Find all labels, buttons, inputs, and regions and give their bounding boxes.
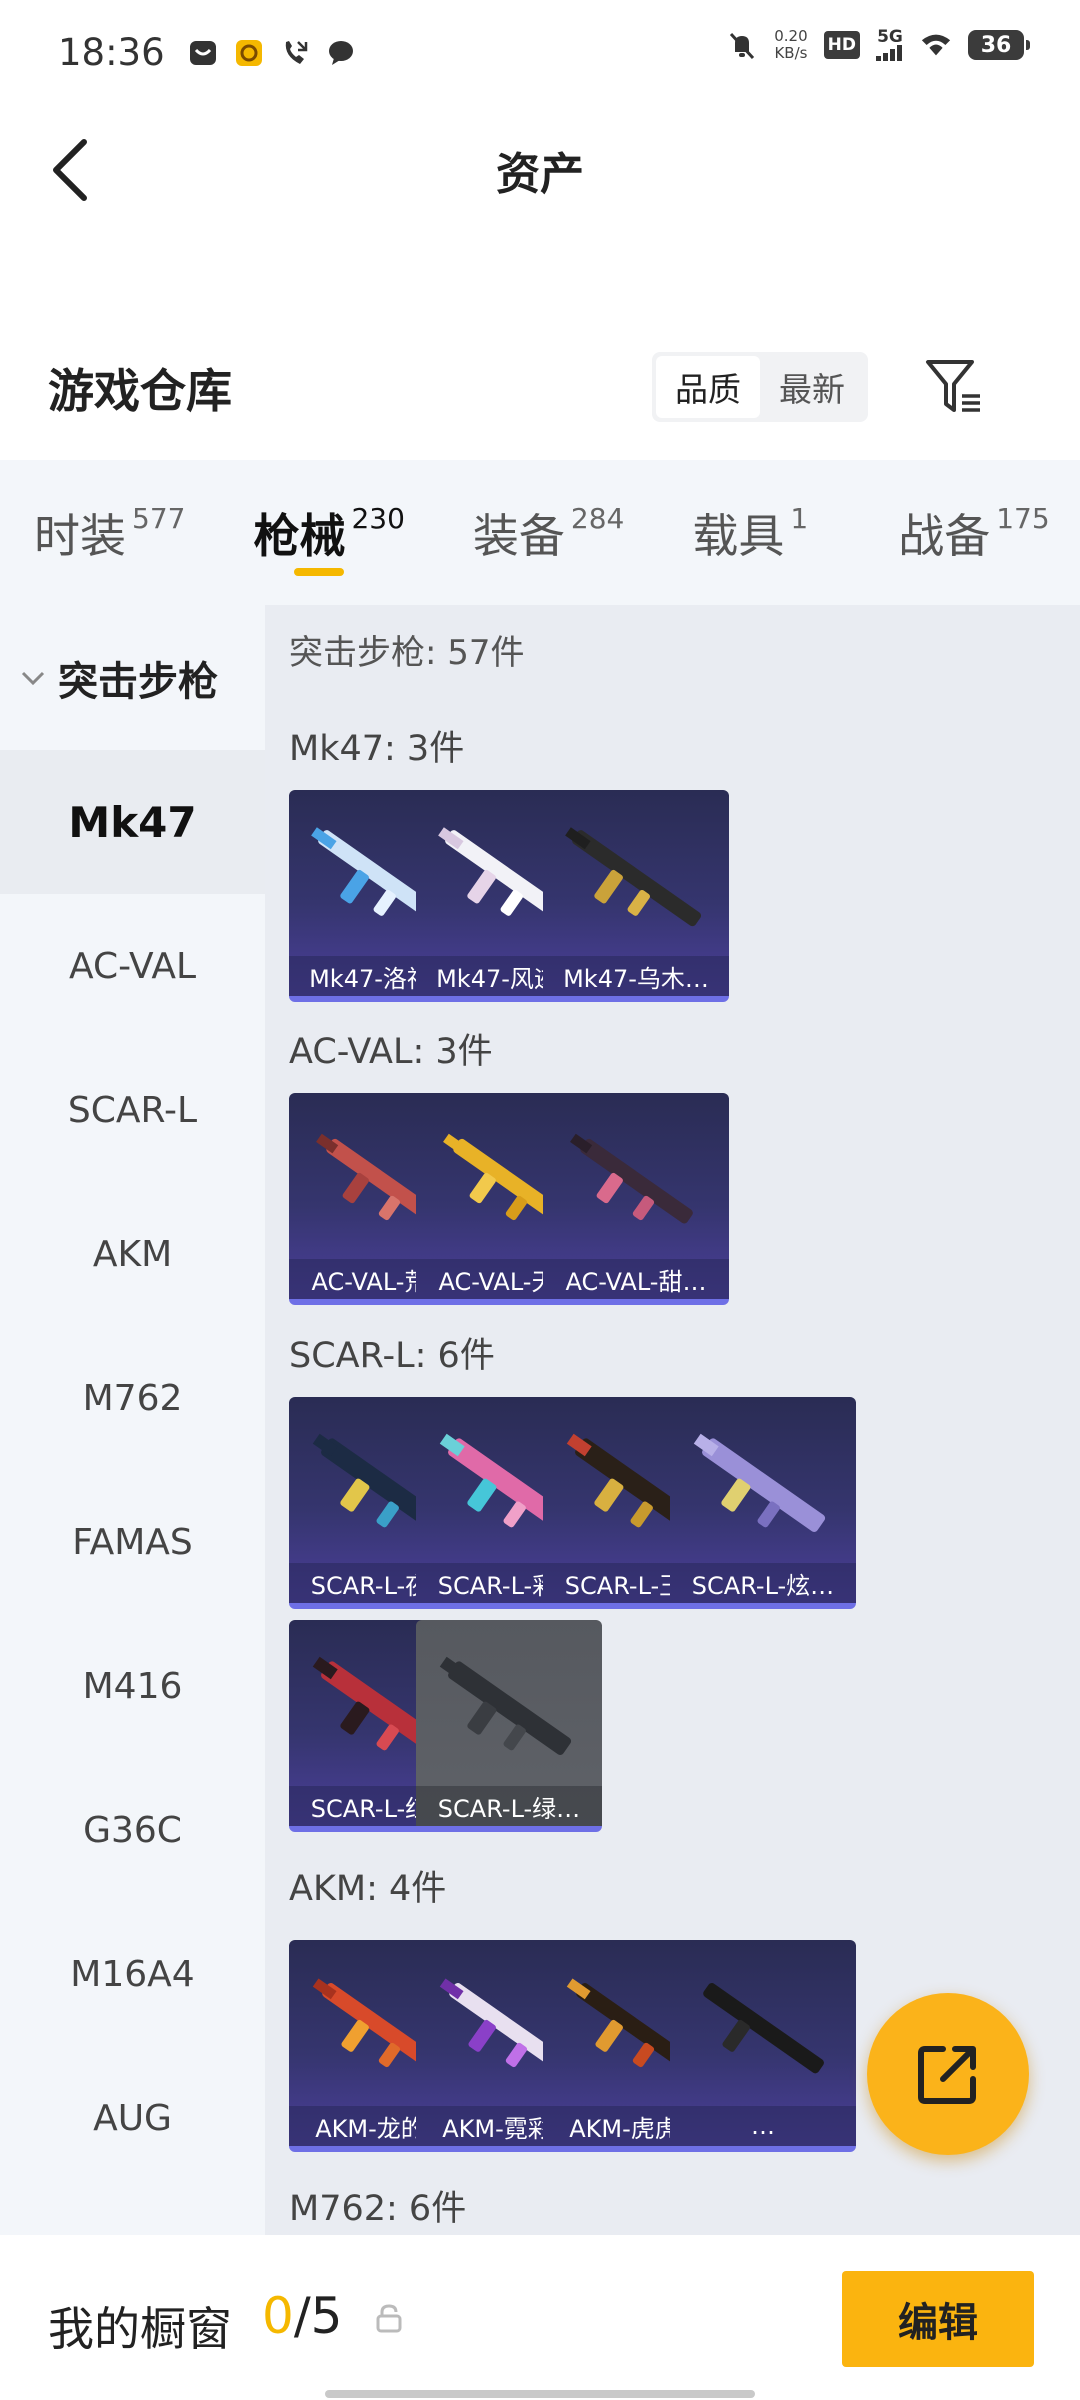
sidebar-item-g36c[interactable]: G36C: [0, 1758, 265, 1902]
tab-equipment[interactable]: 装备 284: [473, 460, 624, 605]
sidebar-item-m16a4[interactable]: M16A4: [0, 1902, 265, 2046]
chat-bubble-icon: [325, 37, 357, 69]
net-speed-unit: KB/s: [774, 44, 808, 62]
filter-icon: [926, 360, 980, 412]
status-system-icons: 0.20 KB/s HD 5G 36: [726, 28, 1030, 62]
hd-badge: HD: [823, 31, 860, 59]
showcase-current: 0: [262, 2287, 294, 2345]
tab-label: 装备: [472, 509, 565, 563]
category-summary: 突击步枪: 57件: [289, 633, 525, 673]
warehouse-title: 游戏仓库: [48, 364, 232, 418]
edit-button[interactable]: 编辑: [842, 2271, 1034, 2367]
showcase-count: 0/5: [262, 2287, 342, 2345]
status-bar: 18:36 0.20 KB/s HD 5G 36: [0, 0, 1080, 105]
mute-bell-icon: [726, 29, 758, 61]
tab-count: 577: [132, 502, 186, 535]
sidebar-item-scar-l[interactable]: SCAR-L: [0, 1038, 265, 1182]
weapon-card[interactable]: …: [670, 1940, 856, 2152]
sidebar-item-mk47[interactable]: Mk47: [0, 750, 265, 894]
tab-fashion[interactable]: 时装 577: [34, 460, 185, 605]
weapon-card-label: Mk47-乌木…: [543, 956, 729, 996]
tab-label: 载具: [692, 509, 785, 563]
tab-vehicles[interactable]: 载具 1: [692, 460, 808, 605]
weapon-grid-panel: 突击步枪: 57件 Mk47: 3件 Mk47-洛神… Mk47-风迹… Mk4…: [265, 605, 1080, 2235]
rifle-skin-icon: [693, 1433, 826, 1532]
sort-newest-option[interactable]: 最新: [760, 356, 864, 418]
weapon-card-label: AC-VAL-甜…: [543, 1259, 729, 1299]
tab-supplies[interactable]: 战备 175: [898, 460, 1049, 605]
tab-firearms[interactable]: 枪械 230: [253, 460, 405, 605]
signal-5g: 5G: [876, 29, 904, 61]
weapon-card[interactable]: SCAR-L-炫…: [670, 1397, 856, 1609]
chevron-down-icon: [21, 671, 45, 685]
weapon-card-label: SCAR-L-绿…: [416, 1786, 602, 1826]
message-app-icon: [187, 37, 219, 69]
weapon-card[interactable]: Mk47-乌木…: [543, 790, 729, 1002]
signal-bars-icon: [876, 45, 902, 61]
rifle-skin-icon: [570, 1133, 693, 1224]
signal-5g-label: 5G: [877, 27, 903, 47]
tab-label: 时装: [34, 509, 126, 563]
header: 资产: [0, 110, 1080, 230]
rifle-skin-icon: [439, 1656, 572, 1755]
sidebar-item-aug[interactable]: AUG: [0, 2046, 265, 2190]
group-title-ac-val: AC-VAL: 3件: [289, 1032, 493, 1072]
weapon-card-label: …: [670, 2106, 856, 2146]
sidebar-item-famas[interactable]: FAMAS: [0, 1470, 265, 1614]
active-tab-indicator: [294, 568, 345, 576]
lock-icon: [376, 2304, 402, 2333]
weapon-card-label: SCAR-L-炫…: [670, 1563, 856, 1603]
group-title-m762: M762: 6件: [289, 2189, 467, 2229]
showcase-label: 我的橱窗: [48, 2302, 232, 2356]
tab-count: 230: [351, 502, 405, 535]
tab-label: 枪械: [253, 509, 346, 563]
rifle-skin-icon: [565, 827, 702, 927]
page-title: 资产: [496, 149, 584, 200]
sort-quality-option[interactable]: 品质: [656, 356, 760, 418]
net-speed-value: 0.20: [774, 27, 808, 45]
weapon-card[interactable]: AC-VAL-甜…: [543, 1093, 729, 1305]
sidebar-item-akm[interactable]: AKM: [0, 1182, 265, 1326]
sort-toggle: 品质 最新: [652, 352, 868, 422]
home-indicator[interactable]: [325, 2390, 755, 2398]
showcase-total: /5: [293, 2287, 343, 2345]
status-notification-icons: [187, 37, 357, 69]
tab-count: 284: [570, 502, 625, 535]
missed-call-icon: [279, 37, 311, 69]
status-time: 18:36: [58, 31, 165, 74]
tab-count: 1: [790, 502, 809, 535]
showcase-bottom-bar: 我的橱窗 0/5 编辑: [0, 2235, 1080, 2400]
filter-button[interactable]: [920, 352, 990, 422]
battery-indicator: 36: [968, 30, 1030, 60]
group-title-mk47: Mk47: 3件: [289, 729, 465, 769]
tab-label: 战备: [898, 509, 991, 563]
tab-count: 175: [996, 502, 1050, 535]
wifi-icon: [920, 29, 952, 61]
group-title-scar-l: SCAR-L: 6件: [289, 1336, 495, 1376]
sidebar-item-m416[interactable]: M416: [0, 1614, 265, 1758]
sidebar-item-ac-val[interactable]: AC-VAL: [0, 894, 265, 1038]
category-tabs: 时装 577 枪械 230 装备 284 载具 1 战备 175: [0, 460, 1080, 605]
game-app-icon: [233, 37, 265, 69]
share-fab-button[interactable]: [867, 1993, 1029, 2155]
rifle-skin-icon: [703, 1983, 824, 2074]
weapon-sidebar: 突击步枪 Mk47 AC-VAL SCAR-L AKM M762 FAMAS M…: [0, 605, 265, 2235]
sidebar-category-label: 突击步枪: [58, 658, 218, 705]
sidebar-category-assault-rifle[interactable]: 突击步枪: [0, 605, 265, 750]
network-speed: 0.20 KB/s: [774, 28, 807, 62]
share-external-icon: [918, 2046, 976, 2104]
weapon-card[interactable]: SCAR-L-绿…: [416, 1620, 602, 1832]
group-title-akm: AKM: 4件: [289, 1869, 447, 1909]
sidebar-item-m762[interactable]: M762: [0, 1326, 265, 1470]
